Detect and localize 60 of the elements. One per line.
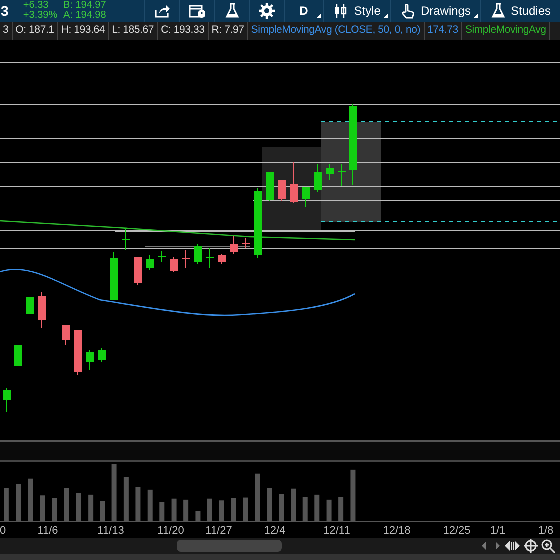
date-label: 11/6 — [38, 524, 58, 539]
quote-text: B: 194.97 — [63, 1, 108, 11]
candlestick — [266, 172, 274, 202]
candlestick — [146, 254, 154, 270]
candlestick — [26, 296, 34, 314]
candlestick — [122, 228, 130, 250]
candlestick — [74, 330, 82, 376]
candlestick — [230, 236, 238, 254]
share-icon — [154, 3, 170, 19]
candlestick — [110, 252, 118, 300]
flask-icon — [224, 3, 240, 19]
candlestick — [86, 350, 94, 370]
candlestick — [14, 344, 22, 366]
zoom-in-icon[interactable] — [541, 539, 556, 554]
candlestick — [338, 164, 346, 186]
candlestick — [218, 254, 226, 264]
candlestick — [98, 348, 106, 362]
candlestick — [290, 162, 298, 204]
crosshair-icon[interactable] — [524, 539, 538, 553]
candlestick — [242, 238, 250, 248]
hand-pointer-icon — [400, 3, 416, 19]
calendar-alert-icon — [188, 3, 205, 19]
candlestick — [170, 256, 178, 272]
settings-icon — [258, 3, 275, 19]
candlestick — [158, 250, 166, 262]
candlestick — [206, 248, 214, 268]
quote-text: A: 194.98 — [63, 11, 108, 21]
date-label: 11/27 — [206, 524, 232, 539]
candlestick — [134, 256, 142, 286]
date-label: 12/11 — [324, 524, 350, 539]
candlestick — [326, 164, 334, 180]
candlestick — [182, 250, 190, 268]
date-label: 12/25 — [443, 524, 471, 539]
price-change-text: +3.39% — [23, 11, 59, 21]
scrollbar-thumb[interactable] — [177, 540, 282, 552]
candlestick — [302, 186, 310, 208]
candlestick — [278, 180, 286, 202]
candlestick — [254, 188, 262, 258]
dropdown-corner-icon — [384, 14, 388, 18]
candlestick — [314, 164, 322, 192]
scroll-right-icon[interactable] — [495, 542, 500, 550]
candlestick-icon — [333, 3, 350, 19]
candlestick — [3, 388, 11, 412]
date-label: 11/20 — [158, 524, 184, 539]
date-label: 0 — [0, 524, 6, 539]
date-label: 11/13 — [98, 524, 124, 539]
date-label: 1/1 — [490, 524, 506, 539]
dropdown-corner-icon — [317, 14, 322, 18]
scroll-left-icon[interactable] — [482, 542, 487, 550]
dropdown-corner-icon — [474, 14, 478, 18]
symbol-text: 3 — [0, 2, 10, 20]
candlestick — [194, 244, 202, 264]
flask-icon — [490, 3, 506, 19]
date-label: 12/18 — [383, 524, 411, 539]
candlestick — [38, 292, 46, 328]
expand-horizontal-icon[interactable] — [505, 540, 520, 552]
date-label: 12/4 — [264, 524, 286, 539]
candlestick — [62, 324, 70, 346]
date-label: 1/8 — [538, 524, 554, 539]
price-change-text: +6.33 — [23, 1, 50, 11]
